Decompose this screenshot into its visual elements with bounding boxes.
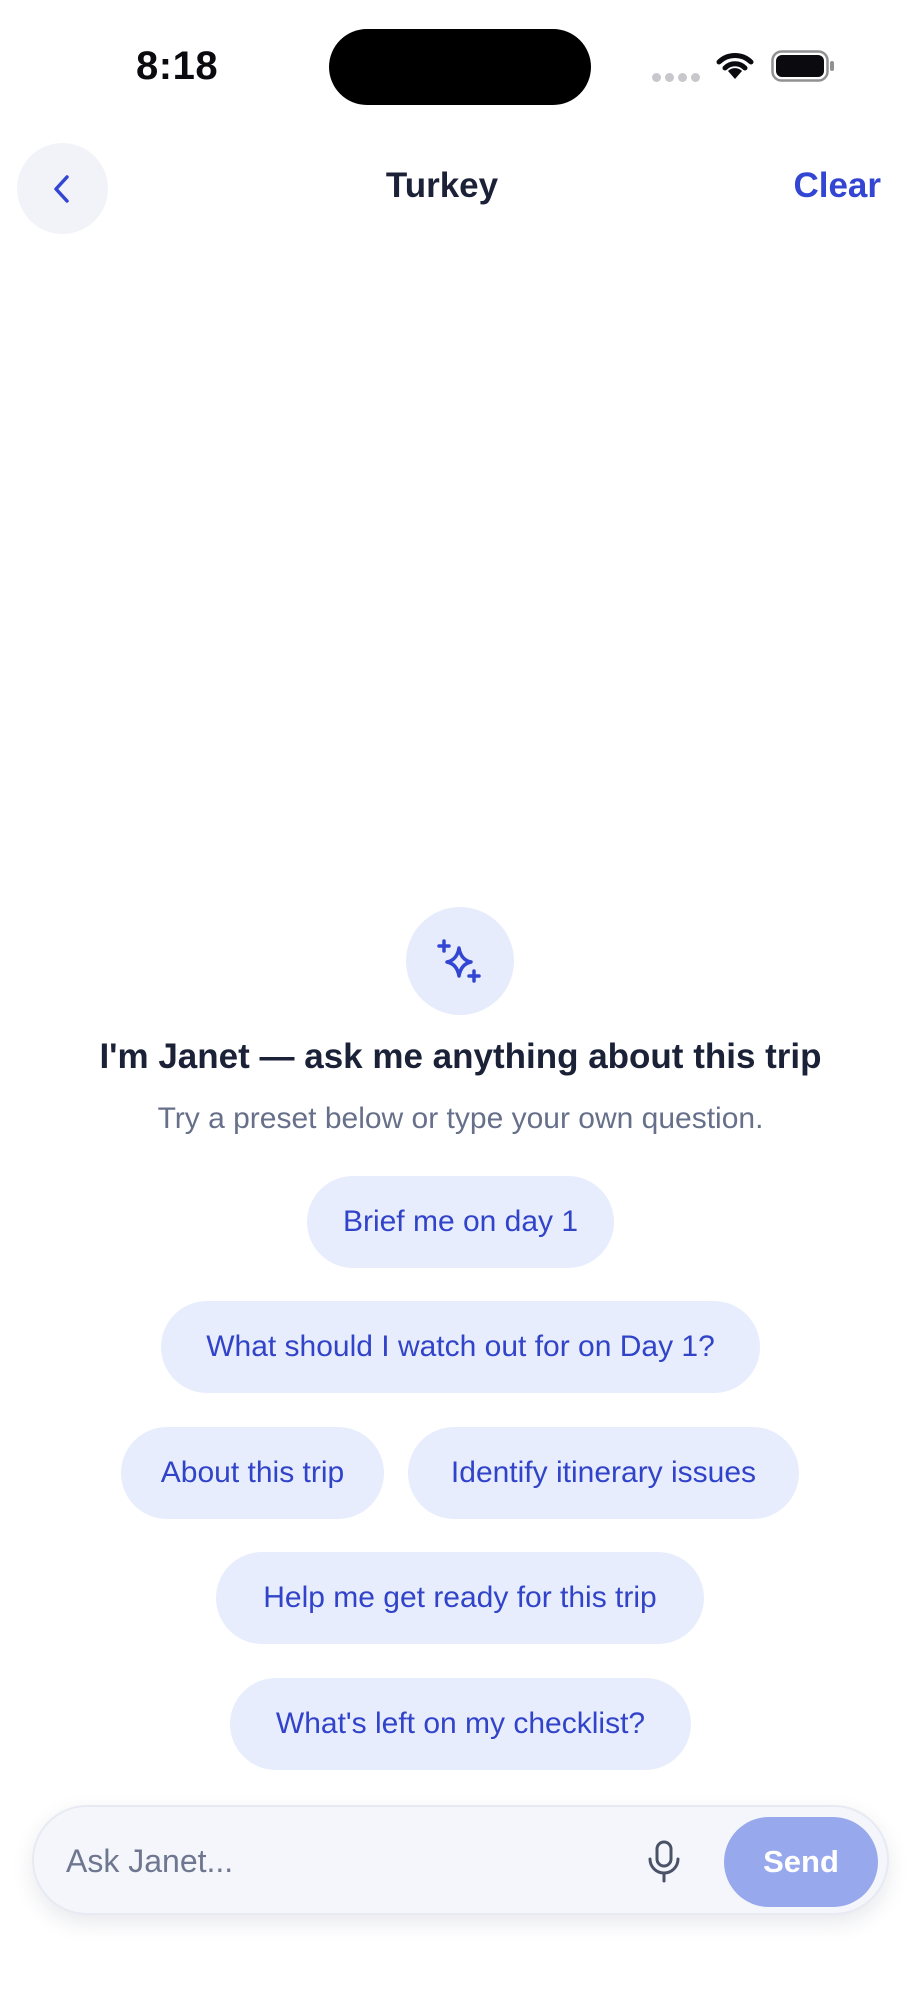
sparkles-icon [437, 939, 481, 983]
microphone-icon[interactable] [639, 1836, 689, 1886]
assistant-badge [406, 907, 514, 1015]
page-title: Turkey [385, 166, 499, 205]
clear-button[interactable]: Clear [793, 166, 881, 206]
ask-input[interactable] [66, 1831, 626, 1891]
preset-chip-get-ready[interactable]: Help me get ready for this trip [216, 1552, 704, 1644]
message-composer: Send [32, 1805, 889, 1915]
status-time: 8:18 [136, 44, 219, 88]
preset-chip-itinerary-issues[interactable]: Identify itinerary issues [408, 1427, 799, 1519]
wifi-icon [716, 53, 754, 79]
preset-chip-about-trip[interactable]: About this trip [121, 1427, 384, 1519]
assistant-headline: I'm Janet — ask me anything about this t… [99, 1037, 822, 1076]
battery-icon [771, 50, 834, 82]
preset-chip-checklist[interactable]: What's left on my checklist? [230, 1678, 691, 1770]
preset-chip-watch-out-day-1[interactable]: What should I watch out for on Day 1? [161, 1301, 760, 1393]
preset-chip-brief-day-1[interactable]: Brief me on day 1 [307, 1176, 614, 1268]
send-button[interactable]: Send [724, 1817, 878, 1907]
assistant-subline: Try a preset below or type your own ques… [157, 1102, 764, 1135]
chat-screen: 8:18 Turkey Clear I'm Janet — ask me any… [0, 0, 921, 2000]
cellular-signal-icon [652, 73, 700, 83]
dynamic-island [329, 29, 591, 105]
